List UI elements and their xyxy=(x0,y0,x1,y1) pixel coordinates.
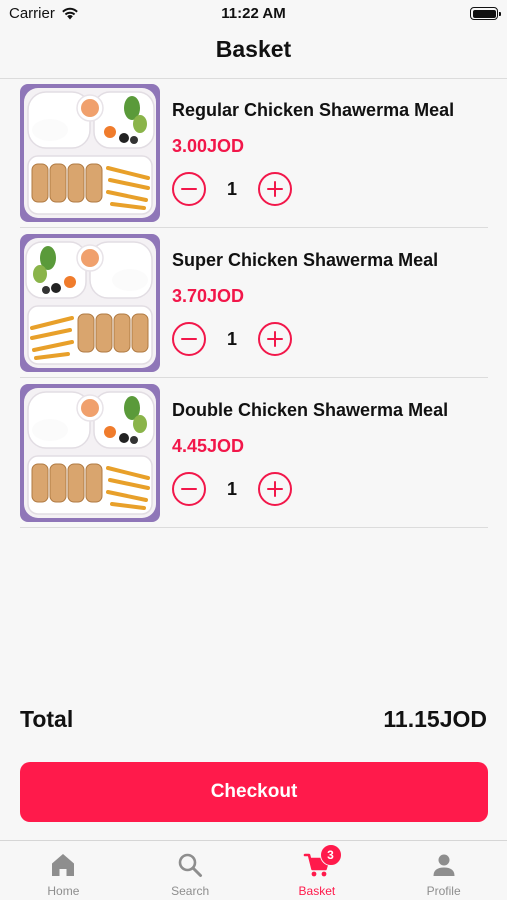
total-value: 11.15JOD xyxy=(383,706,487,732)
basket-item: Double Chicken Shawerma Meal 4.45JOD 1 xyxy=(20,378,488,528)
quantity-value: 1 xyxy=(226,328,237,349)
home-icon xyxy=(52,854,75,876)
quantity-stepper: 1 xyxy=(172,322,292,356)
person-icon xyxy=(433,854,455,876)
item-name: Regular Chicken Shawerma Meal xyxy=(172,100,455,120)
decrease-quantity-button[interactable] xyxy=(172,472,206,506)
item-name: Super Chicken Shawerma Meal xyxy=(172,250,439,270)
search-icon xyxy=(178,853,203,877)
checkout-button[interactable]: Checkout xyxy=(20,762,488,822)
item-price: 3.00JOD xyxy=(172,136,245,156)
basket-list: Regular Chicken Shawerma Meal 3.00JOD 1 … xyxy=(20,78,488,528)
status-bar: Carrier 11:22 AM xyxy=(0,0,507,28)
tab-profile[interactable]: Profile xyxy=(380,841,507,900)
quantity-stepper: 1 xyxy=(172,172,292,206)
clock: 11:22 AM xyxy=(221,5,286,22)
basket-item: Super Chicken Shawerma Meal 3.70JOD 1 xyxy=(20,228,488,378)
decrease-quantity-button[interactable] xyxy=(172,322,206,356)
meal-image xyxy=(20,384,160,522)
tab-label: Basket xyxy=(298,884,336,898)
battery-icon xyxy=(470,7,501,20)
tab-label: Search xyxy=(171,884,210,898)
basket-item: Regular Chicken Shawerma Meal 3.00JOD 1 xyxy=(20,78,488,228)
cart-count-badge: 3 xyxy=(319,844,342,866)
meal-image xyxy=(20,84,160,222)
total-label: Total xyxy=(20,706,74,732)
item-name: Double Chicken Shawerma Meal xyxy=(172,400,449,420)
item-price: 3.70JOD xyxy=(172,286,245,306)
item-price: 4.45JOD xyxy=(172,436,245,456)
page-title: Basket xyxy=(215,36,292,62)
increase-quantity-button[interactable] xyxy=(258,172,292,206)
tab-label: Profile xyxy=(426,884,461,898)
decrease-quantity-button[interactable] xyxy=(172,172,206,206)
tab-basket[interactable]: 3 Basket xyxy=(254,841,381,900)
tab-label: Home xyxy=(47,884,80,898)
quantity-value: 1 xyxy=(226,178,237,199)
tab-bar: Home Search 3 Basket Profile xyxy=(0,840,507,900)
tab-home[interactable]: Home xyxy=(0,841,127,900)
increase-quantity-button[interactable] xyxy=(258,322,292,356)
meal-image xyxy=(20,234,160,372)
quantity-stepper: 1 xyxy=(172,472,292,506)
increase-quantity-button[interactable] xyxy=(258,472,292,506)
tab-search[interactable]: Search xyxy=(127,841,254,900)
quantity-value: 1 xyxy=(226,478,237,499)
